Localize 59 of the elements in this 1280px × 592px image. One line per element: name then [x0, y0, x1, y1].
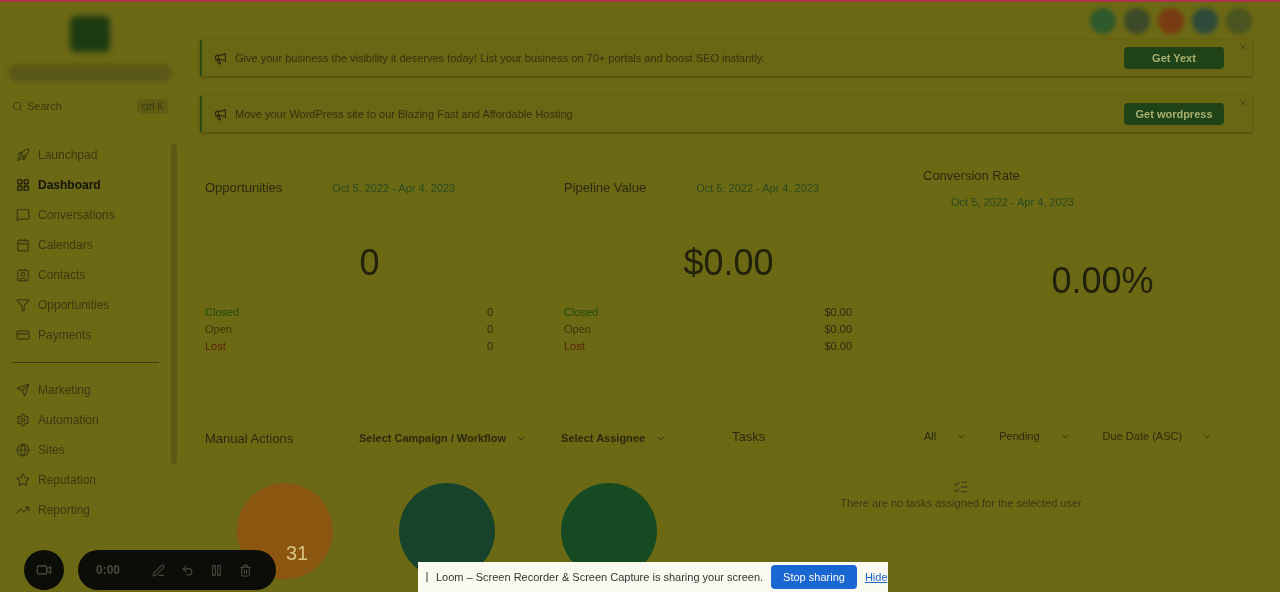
- funnel-icon: [16, 298, 30, 312]
- avatar[interactable]: [1124, 8, 1150, 34]
- pause-icon[interactable]: [210, 563, 223, 577]
- rocket-icon: [16, 148, 30, 162]
- logo: [70, 16, 110, 52]
- video-icon: [36, 562, 52, 578]
- card-icon: [16, 328, 30, 342]
- avatar[interactable]: [1158, 8, 1184, 34]
- undo-icon[interactable]: [181, 563, 194, 577]
- calendar-icon: [16, 238, 30, 252]
- date-range[interactable]: Oct 5, 2022 - Apr 4, 2023: [951, 193, 1252, 210]
- star-icon: [16, 473, 30, 487]
- trash-icon[interactable]: [239, 563, 252, 577]
- hide-link[interactable]: Hide: [864, 568, 888, 586]
- stat-label: Lost: [205, 338, 226, 354]
- gear-icon: [16, 413, 30, 427]
- card-title: Pipeline Value: [564, 179, 647, 197]
- section-title: Manual Actions: [205, 429, 295, 448]
- banner-button[interactable]: Get wordpress: [1124, 103, 1224, 125]
- stat-label: Lost: [564, 338, 585, 354]
- filter-dropdown[interactable]: Select Campaign / Workflow: [359, 430, 528, 447]
- date-range[interactable]: Oct 5, 2022 - Apr 4, 2023: [332, 179, 456, 196]
- stat-value: $0.00: [682, 240, 775, 285]
- globe-icon: [16, 443, 30, 457]
- recording-time: 0:00: [96, 562, 122, 579]
- card-title: Opportunities: [205, 179, 283, 197]
- avatar[interactable]: [1192, 8, 1218, 34]
- stat-value: 0.00%: [1050, 259, 1155, 303]
- sharing-message: Loom – Screen Recorder & Screen Capture is sharing your screen.: [436, 569, 764, 585]
- date-range[interactable]: Oct 5, 2022 - Apr 4, 2023: [696, 179, 820, 196]
- chat-icon: [16, 208, 30, 222]
- filter-dropdown[interactable]: Due Date (ASC): [1102, 428, 1214, 445]
- filter-dropdown[interactable]: All: [924, 428, 968, 445]
- close-icon[interactable]: [1238, 42, 1248, 52]
- megaphone-icon: [214, 107, 227, 121]
- stat-number: $0.00: [824, 304, 852, 320]
- banner-button[interactable]: Get Yext: [1124, 47, 1224, 69]
- send-icon: [16, 383, 30, 397]
- megaphone-icon: [214, 51, 227, 65]
- close-icon[interactable]: [1238, 98, 1248, 108]
- filter-dropdown[interactable]: Pending: [999, 428, 1071, 445]
- stat-label: Closed: [205, 304, 240, 320]
- section-title: Tasks: [732, 427, 767, 446]
- stat-value: 0: [358, 240, 381, 285]
- pen-icon[interactable]: [152, 563, 165, 577]
- contact-card-icon: [16, 268, 30, 282]
- stat-label: Closed: [564, 304, 599, 320]
- camera-button[interactable]: [24, 550, 64, 590]
- grid-icon: [16, 178, 30, 192]
- stat-number: $0.00: [824, 338, 852, 354]
- avatar[interactable]: [1090, 8, 1116, 34]
- search-icon: [12, 100, 23, 112]
- stat-number: $0.00: [824, 321, 852, 337]
- filter-dropdown[interactable]: Select Assignee: [561, 430, 667, 447]
- drag-handle-icon[interactable]: [426, 572, 428, 582]
- avatar[interactable]: [1226, 8, 1252, 34]
- stop-sharing-button[interactable]: Stop sharing: [771, 565, 857, 589]
- sidebar-item[interactable]: Dashboard: [0, 170, 171, 200]
- card-title: Conversion Rate: [923, 167, 1021, 185]
